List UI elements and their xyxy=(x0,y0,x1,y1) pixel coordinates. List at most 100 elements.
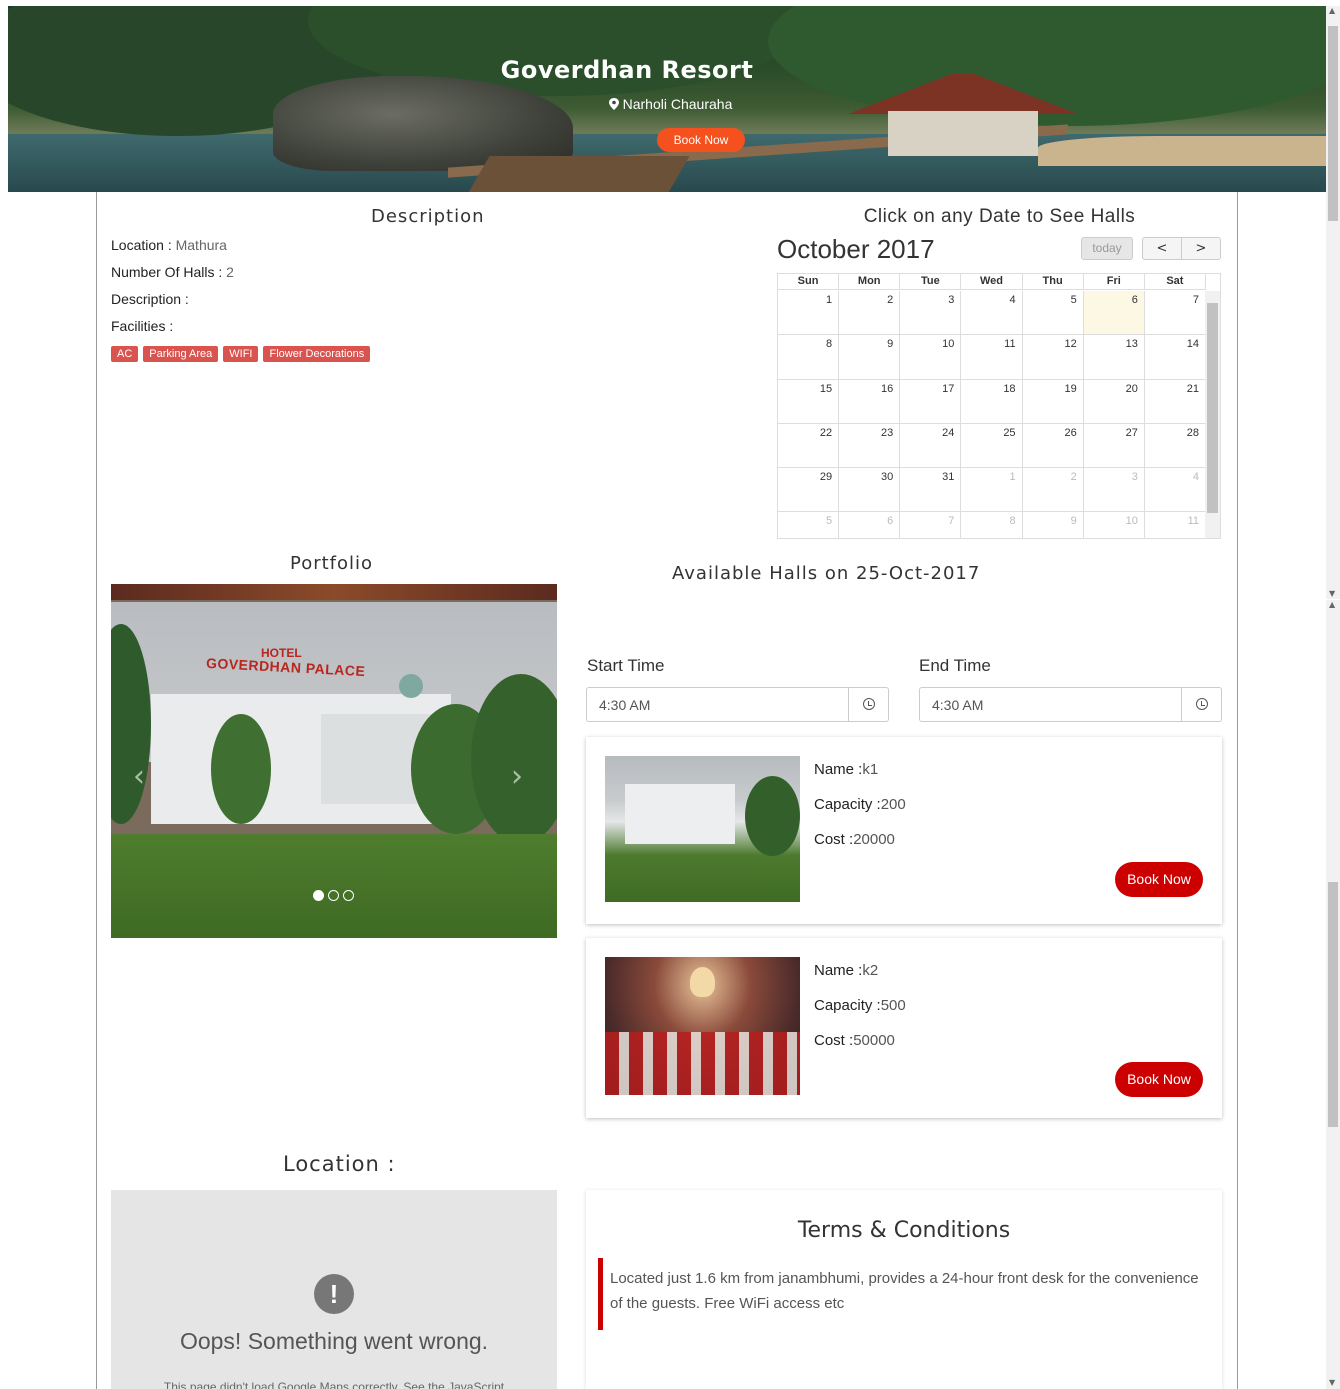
location-row: Location : Mathura xyxy=(111,237,227,253)
calendar-day[interactable]: 19 xyxy=(1023,379,1084,423)
description-label: Description : xyxy=(111,291,189,307)
map-error-detail: This page didn't load Google Maps correc… xyxy=(163,1380,505,1389)
map-container[interactable]: ! Oops! Something went wrong. This page … xyxy=(111,1190,557,1389)
calendar-day[interactable]: 6 xyxy=(839,512,901,538)
hero-book-now-button[interactable]: Book Now xyxy=(657,128,745,152)
calendar-day[interactable]: 16 xyxy=(839,379,901,423)
calendar-day[interactable]: 9 xyxy=(1023,512,1084,538)
calendar-day[interactable]: 1 xyxy=(778,291,840,335)
hall-book-now-button[interactable]: Book Now xyxy=(1115,862,1203,897)
end-time-picker-button[interactable] xyxy=(1181,688,1221,721)
location-label: Location : xyxy=(111,237,176,253)
weekday-label: Sat xyxy=(1145,274,1206,289)
calendar-day[interactable]: 20 xyxy=(1084,379,1145,423)
carousel-next-icon[interactable]: › xyxy=(511,759,523,794)
calendar-day[interactable]: 8 xyxy=(778,335,840,379)
calendar-day[interactable]: 7 xyxy=(900,512,962,538)
scroll-up-icon[interactable]: ▲ xyxy=(1329,6,1335,15)
content-frame-right xyxy=(1237,192,1238,1389)
hall-cost-row: Cost :20000 xyxy=(814,831,906,866)
calendar-day[interactable]: 22 xyxy=(778,423,840,468)
carousel-dot[interactable] xyxy=(343,890,354,901)
calendar-day[interactable]: 18 xyxy=(961,379,1023,423)
carousel-prev-icon[interactable]: ‹ xyxy=(133,759,145,794)
calendar-day[interactable]: 15 xyxy=(778,379,840,423)
lower-scrollbar[interactable]: ▲ ▼ xyxy=(1326,600,1340,1389)
hall-capacity: 500 xyxy=(880,997,906,1014)
calendar-day[interactable]: 24 xyxy=(900,423,962,468)
calendar-day[interactable]: 27 xyxy=(1084,423,1145,468)
hall-capacity-row: Capacity :500 xyxy=(814,997,906,1032)
hall-image xyxy=(605,957,800,1095)
weekday-label: Tue xyxy=(900,274,962,289)
carousel-dot[interactable] xyxy=(328,890,339,901)
calendar-day[interactable]: 2 xyxy=(1023,468,1084,512)
calendar-day[interactable]: 25 xyxy=(961,423,1023,468)
calendar-day[interactable]: 11 xyxy=(1145,512,1206,538)
hall-capacity-row: Capacity :200 xyxy=(814,796,906,831)
calendar-day[interactable]: 6 xyxy=(1083,291,1145,335)
calendar-day[interactable]: 3 xyxy=(900,291,962,335)
calendar-day[interactable]: 11 xyxy=(961,335,1023,379)
calendar-day[interactable]: 14 xyxy=(1145,335,1206,379)
calendar-day[interactable]: 31 xyxy=(900,468,962,512)
calendar-prev-button[interactable]: < xyxy=(1142,237,1182,260)
calendar-body: 1 2 3 4 5 6 7 8 9 10 11 12 13 14 15 16 17 18 19 20 21 22 23 24 2… xyxy=(778,291,1206,538)
location-value: Mathura xyxy=(175,237,227,253)
calendar-day[interactable]: 13 xyxy=(1084,335,1145,379)
terms-card: Terms & Conditions Located just 1.6 km f… xyxy=(586,1190,1222,1389)
calendar-day[interactable]: 26 xyxy=(1023,423,1084,468)
end-time-input[interactable]: 4:30 AM xyxy=(919,687,1222,722)
calendar-day[interactable]: 4 xyxy=(1145,468,1206,512)
halls-row: Number Of Halls : 2 xyxy=(111,264,234,280)
location-heading: Location : xyxy=(283,1152,396,1176)
carousel-lawn xyxy=(111,834,557,938)
upper-scrollbar[interactable]: ▲ ▼ xyxy=(1326,6,1340,599)
calendar-day[interactable]: 23 xyxy=(839,423,901,468)
calendar-today-button[interactable]: today xyxy=(1081,237,1133,260)
hall-name-row: Name :k1 xyxy=(814,761,906,796)
calendar-day[interactable]: 12 xyxy=(1023,335,1084,379)
carousel-strip xyxy=(111,584,557,600)
calendar-day[interactable]: 9 xyxy=(839,335,901,379)
calendar-next-button[interactable]: > xyxy=(1181,237,1221,260)
carousel-dot[interactable] xyxy=(313,890,324,901)
calendar-day[interactable]: 8 xyxy=(961,512,1023,538)
calendar-day[interactable]: 5 xyxy=(778,512,840,538)
calendar-week: 1234567 xyxy=(778,291,1206,336)
map-error-title: Oops! Something went wrong. xyxy=(179,1328,489,1354)
start-time-input[interactable]: 4:30 AM xyxy=(586,687,889,722)
calendar-day[interactable]: 7 xyxy=(1145,291,1206,335)
calendar-day[interactable]: 21 xyxy=(1145,379,1206,423)
hero-sand xyxy=(1038,136,1326,166)
calendar-day[interactable]: 30 xyxy=(839,468,901,512)
calendar-day[interactable]: 10 xyxy=(900,335,962,379)
hall-name: k1 xyxy=(862,761,879,778)
calendar-day[interactable]: 5 xyxy=(1023,291,1084,335)
scroll-up-icon[interactable]: ▲ xyxy=(1329,600,1335,609)
weekday-label: Mon xyxy=(839,274,901,289)
calendar-day[interactable]: 28 xyxy=(1145,423,1206,468)
scroll-down-icon[interactable]: ▼ xyxy=(1329,1378,1335,1387)
end-time-label: End Time xyxy=(919,656,991,675)
calendar-day[interactable]: 4 xyxy=(961,291,1023,335)
portfolio-heading: Portfolio xyxy=(290,553,374,574)
calendar-scrollbar[interactable] xyxy=(1205,291,1220,538)
calendar-day[interactable]: 1 xyxy=(961,468,1023,512)
portfolio-carousel: HOTEL GOVERDHAN PALACE ‹ › xyxy=(111,584,557,938)
facilities-label: Facilities : xyxy=(111,318,174,334)
calendar-day[interactable]: 2 xyxy=(839,291,901,335)
scroll-down-icon[interactable]: ▼ xyxy=(1329,589,1335,598)
calendar-day[interactable]: 17 xyxy=(900,379,962,423)
upper-scrollbar-thumb[interactable] xyxy=(1328,26,1338,221)
start-time-value: 4:30 AM xyxy=(599,697,651,713)
calendar-day[interactable]: 3 xyxy=(1084,468,1145,512)
lower-scrollbar-thumb[interactable] xyxy=(1328,882,1338,1127)
calendar-day[interactable]: 29 xyxy=(778,468,840,512)
facility-tag: AC xyxy=(111,346,139,362)
hall-book-now-button[interactable]: Book Now xyxy=(1115,1062,1203,1097)
start-time-picker-button[interactable] xyxy=(848,688,888,721)
calendar-scrollbar-thumb[interactable] xyxy=(1207,303,1218,513)
calendar-day[interactable]: 10 xyxy=(1084,512,1145,538)
content-frame-left xyxy=(96,192,97,1389)
